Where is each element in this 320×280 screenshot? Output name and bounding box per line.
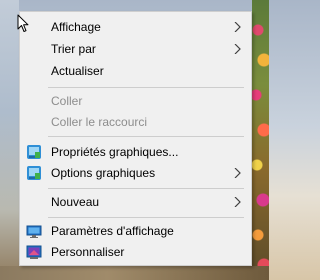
desktop-context-menu: Affichage Trier par Actualiser Coller Co… [19,11,252,266]
chevron-right-icon [234,168,241,178]
menu-item-coller-raccourci[interactable]: Coller le raccourci [20,112,251,132]
desktop-background-bottom [0,266,269,280]
menu-item-label: Coller [51,94,83,108]
menu-item-label: Coller le raccourci [51,115,148,129]
intel-graphics-icon [27,166,41,180]
menu-item-label: Actualiser [51,64,104,78]
display-settings-icon [26,225,42,238]
menu-item-personnaliser[interactable]: Personnaliser [20,242,251,262]
menu-item-label: Trier par [51,42,96,56]
chevron-right-icon [234,44,241,54]
menu-separator [48,217,244,218]
desktop-background-right [252,0,269,280]
menu-item-label: Affichage [51,20,101,34]
chevron-right-icon [234,197,241,207]
desktop-background-left [0,0,19,280]
menu-item-actualiser[interactable]: Actualiser [20,61,251,81]
menu-item-coller[interactable]: Coller [20,91,251,111]
menu-separator [48,188,244,189]
menu-item-label: Paramètres d'affichage [51,224,174,238]
menu-item-nouveau[interactable]: Nouveau [20,192,251,212]
personalize-icon [26,245,42,259]
menu-item-label: Nouveau [51,195,100,209]
menu-item-affichage[interactable]: Affichage [20,17,251,37]
menu-item-label: Personnaliser [51,245,125,259]
intel-graphics-icon [27,145,41,159]
menu-item-label: Options graphiques [51,166,156,180]
menu-item-options-graphiques[interactable]: Options graphiques [20,163,251,183]
mouse-pointer-icon [17,14,29,32]
menu-separator [48,87,244,88]
menu-item-trier-par[interactable]: Trier par [20,39,251,59]
menu-separator [48,136,244,137]
menu-item-proprietes-graphiques[interactable]: Propriétés graphiques... [20,142,251,162]
menu-item-label: Propriétés graphiques... [51,145,179,159]
chevron-right-icon [234,22,241,32]
menu-item-parametres-affichage[interactable]: Paramètres d'affichage [20,221,251,241]
